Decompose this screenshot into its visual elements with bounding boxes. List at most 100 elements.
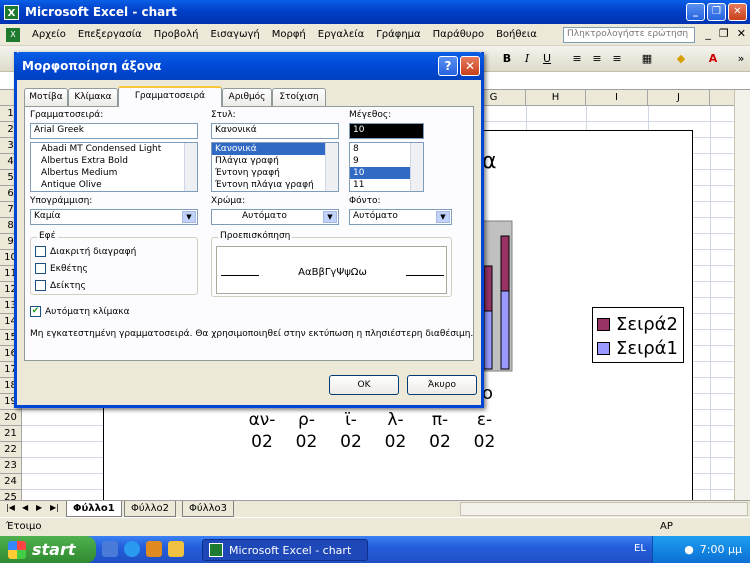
style-list-item[interactable]: Πλάγια γραφή <box>212 155 338 167</box>
menu-view[interactable]: Προβολή <box>148 24 205 46</box>
menu-insert[interactable]: Εισαγωγή <box>205 24 266 46</box>
tab-number[interactable]: Αριθμός <box>222 88 272 106</box>
font-list-item[interactable]: Albertus Medium <box>31 167 197 179</box>
column-header-i[interactable]: I <box>586 90 648 106</box>
menu-help[interactable]: Βοήθεια <box>490 24 543 46</box>
prev-sheet-icon[interactable]: ◀ <box>22 503 28 512</box>
horizontal-scrollbar[interactable] <box>460 502 748 516</box>
style-list-item[interactable]: Έντονη γραφή <box>212 167 338 179</box>
font-list-item[interactable]: Albertus Extra Bold <box>31 155 197 167</box>
font-input[interactable]: Arial Greek <box>30 123 198 139</box>
size-list-scrollbar[interactable] <box>410 143 423 191</box>
fill-color-icon[interactable]: ◆ <box>672 50 690 68</box>
legend-item-series1: Σειρά1 <box>597 338 678 359</box>
start-button[interactable]: start <box>0 536 96 563</box>
last-sheet-icon[interactable]: ▶| <box>50 503 59 512</box>
underline-button[interactable]: U <box>538 50 556 68</box>
sheet-tab-2[interactable]: Φύλλο2 <box>124 501 176 517</box>
font-color-icon[interactable]: A <box>704 50 722 68</box>
superscript-checkbox[interactable]: Εκθέτης <box>35 263 88 274</box>
title-bar: X Microsoft Excel - chart _ ❐ ✕ <box>0 0 750 24</box>
size-input[interactable]: 10 <box>349 123 424 139</box>
close-button[interactable]: ✕ <box>728 3 747 21</box>
checkbox-box[interactable] <box>35 246 46 257</box>
doc-restore-icon[interactable]: ❐ <box>719 27 729 40</box>
language-indicator[interactable]: EL <box>634 543 646 554</box>
menu-window[interactable]: Παράθυρο <box>427 24 490 46</box>
help-search-input[interactable]: Πληκτρολογήστε ερώτηση <box>563 27 695 43</box>
chart-legend[interactable]: Σειρά2 Σειρά1 <box>592 307 684 363</box>
align-left-icon[interactable]: ≡ <box>568 50 586 68</box>
size-list[interactable]: 8 9 10 11 <box>349 142 424 192</box>
borders-icon[interactable]: ▦ <box>638 50 656 68</box>
font-list-scrollbar[interactable] <box>184 143 197 191</box>
media-icon[interactable] <box>146 541 162 557</box>
toolbar-options-icon[interactable]: » <box>732 50 750 68</box>
maximize-button[interactable]: ❐ <box>707 3 726 21</box>
strikethrough-checkbox[interactable]: Διακριτή διαγραφή <box>35 246 136 257</box>
chevron-down-icon[interactable]: ▼ <box>182 211 196 223</box>
chevron-down-icon[interactable]: ▼ <box>323 211 337 223</box>
font-list[interactable]: Abadi MT Condensed Light Albertus Extra … <box>30 142 198 192</box>
doc-close-icon[interactable]: ✕ <box>737 27 746 40</box>
style-list-item[interactable]: Έντονη πλάγια γραφή <box>212 179 338 191</box>
subscript-checkbox[interactable]: Δείκτης <box>35 280 86 291</box>
menu-file[interactable]: Αρχείο <box>26 24 72 46</box>
dialog-close-button[interactable]: ✕ <box>460 56 480 76</box>
tab-font[interactable]: Γραμματοσειρά <box>118 86 222 107</box>
italic-button[interactable]: I <box>518 50 536 68</box>
column-header-h[interactable]: H <box>526 90 586 106</box>
checkmark-icon[interactable]: ✔ <box>30 306 41 317</box>
effects-group: Εφέ Διακριτή διαγραφή Εκθέτης Δείκτης <box>30 231 198 295</box>
workbook-icon[interactable]: X <box>6 27 20 42</box>
row-header-22[interactable]: 22 <box>0 442 22 458</box>
autoscale-checkbox[interactable]: ✔ Αυτόματη κλίμακα <box>30 306 130 317</box>
style-list[interactable]: Κανονικά Πλάγια γραφή Έντονη γραφή Έντον… <box>211 142 339 192</box>
first-sheet-icon[interactable]: |◀ <box>6 503 15 512</box>
bold-button[interactable]: B <box>498 50 516 68</box>
background-select[interactable]: Αυτόματο ▼ <box>349 209 452 225</box>
menu-tools[interactable]: Εργαλεία <box>312 24 370 46</box>
menu-chart[interactable]: Γράφημα <box>370 24 426 46</box>
status-mode: ΑΡ <box>660 521 673 532</box>
checkbox-box[interactable] <box>35 263 46 274</box>
next-sheet-icon[interactable]: ▶ <box>36 503 42 512</box>
row-header-25[interactable]: 25 <box>0 490 22 500</box>
menu-format[interactable]: Μορφή <box>266 24 312 46</box>
cancel-button[interactable]: Άκυρο <box>407 375 477 395</box>
taskbar-excel-item[interactable]: Microsoft Excel - chart <box>202 539 368 561</box>
sheet-tab-3[interactable]: Φύλλο3 <box>182 501 234 517</box>
vertical-scrollbar[interactable] <box>734 90 750 500</box>
column-header-j[interactable]: J <box>648 90 710 106</box>
style-list-scrollbar[interactable] <box>325 143 338 191</box>
style-input[interactable]: Κανονικά <box>211 123 339 139</box>
row-header-21[interactable]: 21 <box>0 426 22 442</box>
menu-edit[interactable]: Επεξεργασία <box>72 24 148 46</box>
font-warning-note: Μη εγκατεστημένη γραμματοσειρά. Θα χρησι… <box>30 329 474 339</box>
row-header-23[interactable]: 23 <box>0 458 22 474</box>
minimize-button[interactable]: _ <box>686 3 705 21</box>
tab-patterns[interactable]: Μοτίβα <box>24 88 68 106</box>
checkbox-box[interactable] <box>35 280 46 291</box>
row-header-20[interactable]: 20 <box>0 410 22 426</box>
ie-icon[interactable] <box>124 541 140 557</box>
dialog-help-button[interactable]: ? <box>438 56 458 76</box>
ok-button[interactable]: OK <box>329 375 399 395</box>
explorer-icon[interactable] <box>168 541 184 557</box>
align-center-icon[interactable]: ≡ <box>588 50 606 68</box>
chevron-down-icon[interactable]: ▼ <box>436 211 450 223</box>
tab-alignment[interactable]: Στοίχιση <box>272 88 326 106</box>
font-list-item[interactable]: Antique Olive <box>31 179 197 191</box>
sheet-tab-1[interactable]: Φύλλο1 <box>66 501 122 517</box>
desktop-icon[interactable] <box>102 541 118 557</box>
row-header-24[interactable]: 24 <box>0 474 22 490</box>
font-list-item[interactable]: Abadi MT Condensed Light <box>31 143 197 155</box>
align-right-icon[interactable]: ≡ <box>608 50 626 68</box>
color-select[interactable]: Αυτόματο ▼ <box>211 209 339 225</box>
tab-scale[interactable]: Κλίμακα <box>68 88 118 106</box>
tray-icon[interactable]: ● <box>684 543 694 556</box>
style-list-item[interactable]: Κανονικά <box>212 143 338 155</box>
doc-minimize-icon[interactable]: _ <box>705 27 711 40</box>
underline-select[interactable]: Καμία ▼ <box>30 209 198 225</box>
size-label: Μέγεθος: <box>349 110 392 120</box>
